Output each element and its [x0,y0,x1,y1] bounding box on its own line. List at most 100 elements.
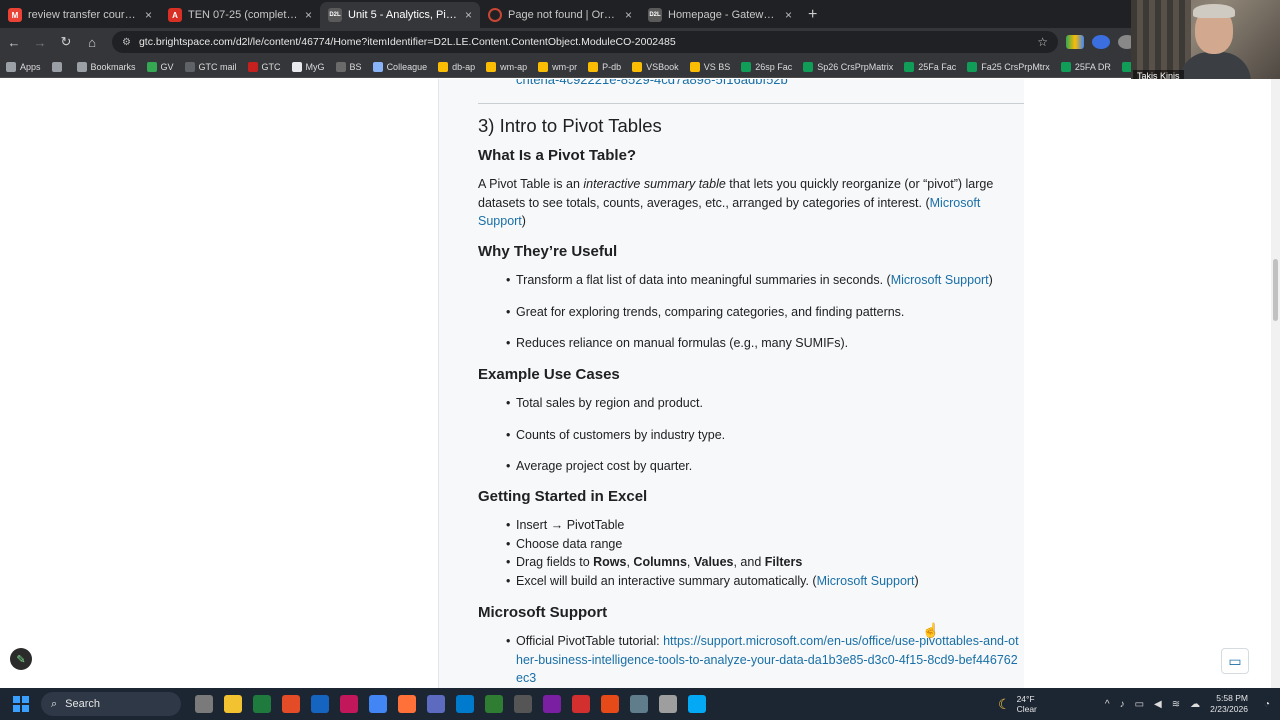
close-icon[interactable]: × [465,8,472,22]
windows-start-icon[interactable] [13,696,29,712]
webcam-person-hair [1193,4,1235,18]
taskbar-app-icon[interactable] [340,695,358,713]
taskbar-app-icon[interactable] [427,695,445,713]
bookmark-item[interactable]: P-db [588,61,621,72]
support-section: Microsoft Support Official PivotTable tu… [478,603,1023,688]
bookmark-item[interactable]: GTC [247,61,281,72]
browser-tab-gateway[interactable]: D2L Homepage - Gateway Technical × [640,2,800,28]
bookmark-item[interactable]: VSBook [632,61,679,72]
chat-icon[interactable]: ▭ [1221,648,1249,674]
taskbar-app-icon[interactable] [369,695,387,713]
display-icon[interactable]: ▭ [1135,699,1144,710]
what-section: What Is a Pivot Table? A Pivot Table is … [478,146,1008,231]
taskbar-app-icon[interactable] [514,695,532,713]
bookmark-icon [372,61,383,72]
browser-tab-unit5[interactable]: D2L Unit 5 - Analytics, Pivot Tables, × [320,2,480,28]
bookmark-item[interactable]: Fa25 CrsPrpMtrx [967,61,1050,72]
bookmark-item[interactable]: GV [146,61,174,72]
chevron-up-icon[interactable]: ^ [1105,699,1110,710]
cloud-icon[interactable]: ☁ [1190,699,1200,710]
bookmark-icon [76,61,87,72]
home-icon[interactable]: ⌂ [80,35,104,50]
list-item: Excel will build an interactive summary … [478,572,1023,591]
network-icon[interactable]: ≋ [1172,699,1180,710]
notification-bell-icon[interactable]: ◔ [1264,699,1270,710]
why-list: Transform a flat list of data into meani… [478,271,1023,353]
bookmark-item[interactable]: Apps [6,61,41,72]
microsoft-support-link[interactable]: Microsoft Support [891,273,989,287]
taskbar-clock[interactable]: 5:58 PM 2/23/2026 [1210,693,1248,715]
taskbar-app-icon[interactable] [195,695,213,713]
bookmark-item[interactable]: wm-ap [486,61,527,72]
edit-pencil-icon[interactable]: ✎ [10,648,32,670]
taskbar-app-icon[interactable] [253,695,271,713]
forward-icon[interactable]: → [28,35,52,50]
bookmark-icon [184,61,195,72]
address-bar[interactable]: ⚙ gtc.brightspace.com/d2l/le/content/467… [112,31,1058,53]
values-term: Values [693,555,734,569]
previous-section-link[interactable]: criteria-4c92221e-8529-4cd7a898-5f16adbf… [516,79,788,89]
bookmark-icon [247,61,258,72]
bookmark-item[interactable]: Sp26 CrsPrpMatrix [803,61,893,72]
tab-label: Homepage - Gateway Technical [668,9,779,21]
bookmark-item[interactable]: Colleague [372,61,427,72]
browser-tab-gmail[interactable]: M review transfer courses - kinist × [0,2,160,28]
bookmark-item[interactable]: BS [335,61,362,72]
taskbar-app-icon[interactable] [688,695,706,713]
clock-date: 2/23/2026 [1210,704,1248,714]
close-icon[interactable]: × [785,8,792,22]
why-section: Why They’re Useful Transform a flat list… [478,242,1023,353]
pdf-icon: A [168,8,182,22]
bookmark-label: VSBook [646,61,679,72]
bookmark-item[interactable]: Bookmarks [76,61,136,72]
bookmark-item[interactable]: db-ap [438,61,476,72]
list-item: Average project cost by quarter. [478,457,1023,476]
drive-extension-icon[interactable] [1066,35,1084,49]
what-heading: What Is a Pivot Table? [478,147,637,164]
taskbar-app-icon[interactable] [398,695,416,713]
close-icon[interactable]: × [305,8,312,22]
reload-icon[interactable]: ↻ [54,34,78,50]
bookmark-item[interactable]: 26sp Fac [741,61,792,72]
taskbar-app-icon[interactable] [572,695,590,713]
bookmark-label: db-ap [452,61,476,72]
volume-icon[interactable]: ◀ [1154,699,1162,710]
bookmark-item[interactable]: 25Fa Fac [904,61,956,72]
taskbar-app-icon[interactable] [224,695,242,713]
bookmark-label: VS BS [703,61,731,72]
taskbar-app-icon[interactable] [485,695,503,713]
zoom-extension-icon[interactable] [1092,35,1110,49]
back-icon[interactable]: ← [2,35,26,50]
browser-tab-oracle[interactable]: Page not found | Oracle Blogs × [480,2,640,28]
bookmark-item[interactable]: wm-pr [538,61,577,72]
close-icon[interactable]: × [145,8,152,22]
taskbar-app-icon[interactable] [282,695,300,713]
microsoft-support-link[interactable]: Microsoft Support [817,574,915,588]
taskbar-app-icon[interactable] [601,695,619,713]
microphone-icon[interactable]: ♪ [1120,699,1125,710]
taskbar-app-icon[interactable] [659,695,677,713]
scrollbar-thumb[interactable] [1273,259,1278,321]
close-icon[interactable]: × [625,8,632,22]
taskbar-app-icon[interactable] [543,695,561,713]
page-viewport: criteria-4c92221e-8529-4cd7a898-5f16adbf… [0,79,1280,688]
site-info-icon[interactable]: ⚙ [122,37,131,48]
weather-widget[interactable]: ☾ 24°F Clear [998,694,1037,714]
browser-tab-pdf[interactable]: A TEN 07-25 (complete documen × [160,2,320,28]
bookmark-item[interactable] [51,61,66,72]
bookmark-label: GTC [261,61,281,72]
bookmark-item[interactable]: MyG [291,61,325,72]
bookmark-star-icon[interactable]: ☆ [1037,35,1048,49]
bookmark-label: BS [349,61,362,72]
page-scrollbar[interactable] [1271,79,1280,688]
taskbar-app-icon[interactable] [456,695,474,713]
taskbar-app-icon[interactable] [311,695,329,713]
taskbar-app-icon[interactable] [630,695,648,713]
bookmark-icon [904,61,915,72]
bookmark-item[interactable]: VS BS [689,61,731,72]
taskbar-search[interactable]: ⌕ Search [41,692,181,716]
bookmark-item[interactable]: 25FA DR [1060,61,1111,72]
new-tab-button[interactable]: + [800,2,825,28]
bookmark-item[interactable]: GTC mail [184,61,237,72]
bookmark-label: GTC mail [198,61,237,72]
